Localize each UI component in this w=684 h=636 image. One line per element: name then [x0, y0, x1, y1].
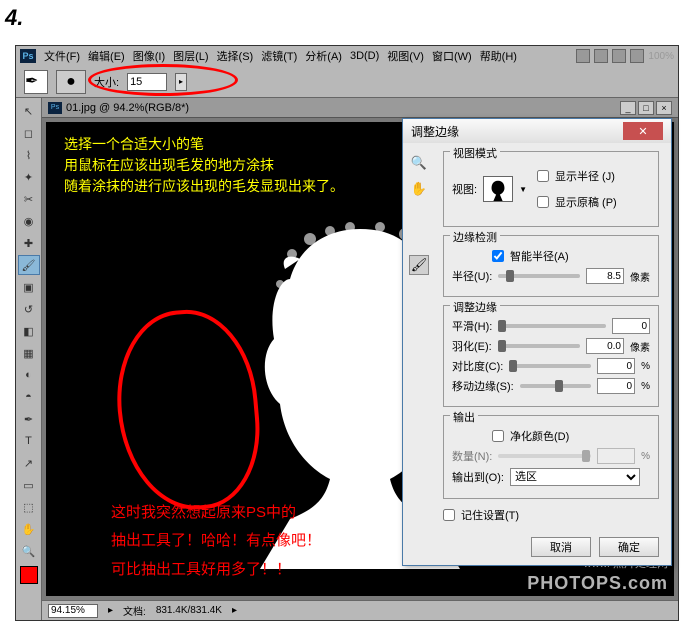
toolbox: ↖ ◻ ⌇ ✦ ✂ ◉ ✚ 🖌 ▣ ↺ ◧ ▦ ◐ ◓ ✒ T ↗ ▭ ⬚ ✋ … — [16, 98, 42, 620]
smooth-slider[interactable] — [498, 324, 606, 328]
hand-tool-icon[interactable]: ✋ — [18, 519, 40, 539]
refine-edge-dialog: 调整边缘 ✕ 🔍 ✋ 🖌 视图模式 视图: ▼ 显示半径 (J) 显示原稿 (P… — [402, 118, 672, 566]
contrast-slider[interactable] — [509, 364, 591, 368]
remember-settings-checkbox[interactable] — [443, 509, 455, 521]
show-radius-checkbox[interactable] — [537, 170, 549, 182]
shift-slider[interactable] — [520, 384, 591, 388]
smooth-input[interactable] — [612, 318, 650, 334]
status-zoom-input[interactable] — [48, 604, 98, 618]
dodge-tool-icon[interactable]: ◓ — [18, 387, 40, 407]
size-label: 大小: — [94, 74, 119, 90]
amount-slider — [498, 454, 591, 458]
output-to-select[interactable]: 选区 — [510, 468, 640, 486]
document-tab: Ps 01.jpg @ 94.2%(RGB/8*) _ □ × — [42, 98, 678, 118]
crop-tool-icon[interactable]: ✂ — [18, 189, 40, 209]
annotation-yellow-text: 选择一个合适大小的笔 用鼠标在应该出现毛发的地方涂抹 随着涂抹的进行应该出现的毛… — [64, 134, 344, 197]
radius-label: 半径(U): — [452, 268, 492, 284]
cancel-button[interactable]: 取消 — [531, 537, 591, 557]
menu-analysis[interactable]: 分析(A) — [305, 48, 342, 64]
radius-slider[interactable] — [498, 274, 580, 278]
menubar-extra-icon[interactable] — [630, 49, 644, 63]
shift-input[interactable] — [597, 378, 635, 394]
document-title: 01.jpg @ 94.2%(RGB/8*) — [66, 102, 189, 114]
blur-tool-icon[interactable]: ◐ — [18, 365, 40, 385]
brush-preset-icon[interactable]: ● — [56, 70, 86, 94]
menu-layer[interactable]: 图层(L) — [173, 48, 208, 64]
doc-close-icon[interactable]: × — [656, 101, 672, 115]
zoom-tool-icon[interactable]: 🔍 — [18, 541, 40, 561]
group-edge-detection: 边缘检测 智能半径(A) 半径(U): 像素 — [443, 235, 659, 297]
options-bar: ✒ ● 大小: ▸ — [16, 66, 678, 98]
menu-window[interactable]: 窗口(W) — [432, 48, 472, 64]
menubar-extra-icon[interactable] — [612, 49, 626, 63]
dialog-close-button[interactable]: ✕ — [623, 122, 663, 140]
menu-select[interactable]: 选择(S) — [217, 48, 254, 64]
move-tool-icon[interactable]: ↖ — [18, 101, 40, 121]
foreground-color-swatch[interactable] — [20, 566, 38, 584]
wand-tool-icon[interactable]: ✦ — [18, 167, 40, 187]
gradient-tool-icon[interactable]: ▦ — [18, 343, 40, 363]
healing-tool-icon[interactable]: ✚ — [18, 233, 40, 253]
size-stepper-icon[interactable]: ▸ — [175, 73, 187, 91]
menu-help[interactable]: 帮助(H) — [480, 48, 517, 64]
stamp-tool-icon[interactable]: ▣ — [18, 277, 40, 297]
eraser-tool-icon[interactable]: ◧ — [18, 321, 40, 341]
annotation-red-text: 这时我突然想起原来PS中的 抽出工具了！哈哈！有点像吧！ 可比抽出工具好用多了！… — [111, 499, 321, 585]
amount-input — [597, 448, 635, 464]
menubar: Ps 文件(F) 编辑(E) 图像(I) 图层(L) 选择(S) 滤镜(T) 分… — [16, 46, 678, 66]
group-adjust-edge: 调整边缘 平滑(H): 羽化(E):像素 对比度(C):% 移动边缘(S):% — [443, 305, 659, 407]
dialog-titlebar: 调整边缘 ✕ — [403, 119, 671, 143]
dialog-title: 调整边缘 — [411, 123, 459, 140]
view-thumbnail[interactable] — [483, 176, 513, 202]
status-doc-label: 文档: — [123, 603, 146, 618]
status-bar: ▸ 文档: 831.4K/831.4K ▸ — [42, 600, 678, 620]
group-view-mode: 视图模式 视图: ▼ 显示半径 (J) 显示原稿 (P) — [443, 151, 659, 227]
tool-preview-icon[interactable]: ✒ — [24, 70, 48, 94]
contrast-input[interactable] — [597, 358, 635, 374]
group-output: 输出 净化颜色(D) 数量(N):% 输出到(O):选区 — [443, 415, 659, 499]
radius-input[interactable] — [586, 268, 624, 284]
ps-logo-icon: Ps — [20, 49, 36, 63]
eyedropper-tool-icon[interactable]: ◉ — [18, 211, 40, 231]
doc-minimize-icon[interactable]: _ — [620, 101, 636, 115]
menu-image[interactable]: 图像(I) — [133, 48, 165, 64]
menu-filter[interactable]: 滤镜(T) — [261, 48, 297, 64]
dialog-hand-tool-icon[interactable]: ✋ — [409, 179, 429, 199]
path-tool-icon[interactable]: ↗ — [18, 453, 40, 473]
zoom-indicator: 100% — [648, 51, 674, 62]
menu-3d[interactable]: 3D(D) — [350, 50, 379, 62]
decontaminate-checkbox[interactable] — [492, 430, 504, 442]
menu-view[interactable]: 视图(V) — [387, 48, 424, 64]
dialog-refine-brush-icon[interactable]: 🖌 — [409, 255, 429, 275]
size-input[interactable] — [127, 73, 167, 91]
show-original-checkbox[interactable] — [537, 196, 549, 208]
marquee-tool-icon[interactable]: ◻ — [18, 123, 40, 143]
lasso-tool-icon[interactable]: ⌇ — [18, 145, 40, 165]
history-brush-tool-icon[interactable]: ↺ — [18, 299, 40, 319]
step-number: 4. — [5, 5, 23, 31]
menubar-extra-icon[interactable] — [594, 49, 608, 63]
feather-input[interactable] — [586, 338, 624, 354]
menu-file[interactable]: 文件(F) — [44, 48, 80, 64]
doc-maximize-icon[interactable]: □ — [638, 101, 654, 115]
dialog-zoom-tool-icon[interactable]: 🔍 — [409, 153, 429, 173]
shape-tool-icon[interactable]: ▭ — [18, 475, 40, 495]
feather-slider[interactable] — [498, 344, 580, 348]
status-doc-size: 831.4K/831.4K — [156, 605, 222, 616]
doc-ps-icon: Ps — [48, 102, 62, 114]
menu-edit[interactable]: 编辑(E) — [88, 48, 125, 64]
smart-radius-checkbox[interactable] — [492, 250, 504, 262]
menubar-extra-icon[interactable] — [576, 49, 590, 63]
brush-tool-icon[interactable]: 🖌 — [18, 255, 40, 275]
pen-tool-icon[interactable]: ✒ — [18, 409, 40, 429]
3d-tool-icon[interactable]: ⬚ — [18, 497, 40, 517]
ok-button[interactable]: 确定 — [599, 537, 659, 557]
view-label: 视图: — [452, 181, 477, 197]
type-tool-icon[interactable]: T — [18, 431, 40, 451]
